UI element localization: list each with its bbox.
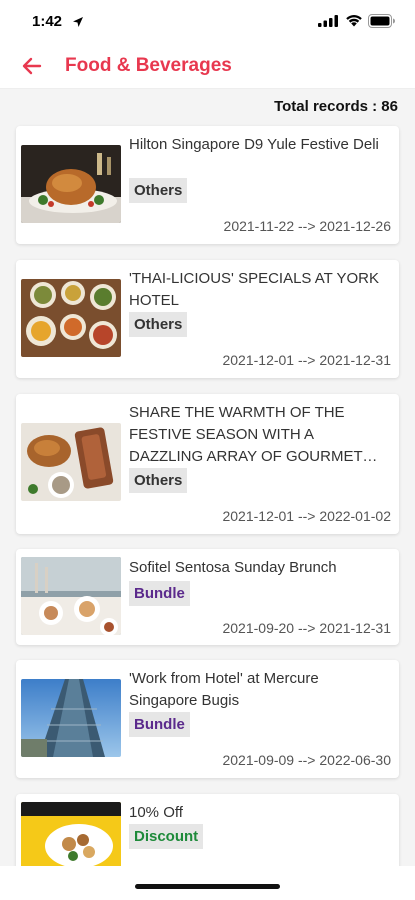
list-item[interactable]: 'THAI-LICIOUS' SPECIALS AT YORK HOTEL Ot… — [16, 260, 399, 378]
home-indicator[interactable] — [135, 884, 280, 889]
item-thumbnail — [21, 679, 121, 757]
item-title: 'Work from Hotel' at Mercure Singapore B… — [129, 670, 319, 709]
item-thumbnail — [21, 423, 121, 501]
item-title: Sofitel Sentosa Sunday Brunch — [129, 559, 337, 576]
item-date-range: 2021-12-01 --> 2021-12-31 — [222, 352, 391, 368]
category-tag: Bundle — [129, 581, 190, 606]
item-date-range: 2021-11-22 --> 2021-12-26 — [223, 218, 391, 234]
status-time: 1:42 — [32, 13, 63, 30]
status-bar: 1:42 — [0, 0, 415, 44]
item-title: SHARE THE WARMTH OF THE FESTIVE SEASON W… — [129, 404, 363, 465]
item-date-range: 2021-12-01 --> 2022-01-02 — [222, 508, 391, 524]
category-tag: Others — [129, 312, 188, 337]
back-arrow-icon[interactable] — [20, 54, 44, 78]
wifi-icon — [346, 15, 362, 27]
list-item[interactable]: Hilton Singapore D9 Yule Festive Deli Ot… — [16, 126, 399, 244]
list-item[interactable]: Sofitel Sentosa Sunday Brunch Bundle 202… — [16, 549, 399, 645]
item-date-range: 2021-09-20 --> 2021-12-31 — [222, 620, 391, 636]
app-header: Food & Beverages — [0, 44, 415, 89]
battery-icon — [368, 14, 395, 28]
item-title: 10% Off — [129, 804, 183, 821]
item-title: Hilton Singapore D9 Yule Festive Deli — [129, 136, 379, 153]
total-records-count: Total records : 86 — [274, 98, 398, 115]
cellular-signal-icon — [318, 15, 338, 27]
category-tag: Others — [129, 468, 188, 493]
list-item[interactable]: SHARE THE WARMTH OF THE FESTIVE SEASON W… — [16, 394, 399, 534]
category-tag: Others — [129, 178, 188, 203]
item-thumbnail — [21, 557, 121, 635]
item-date-range: 2021-09-09 --> 2022-06-30 — [222, 752, 391, 768]
item-title: 'THAI-LICIOUS' SPECIALS AT YORK HOTEL — [129, 270, 379, 309]
bottom-safe-area — [0, 866, 415, 900]
list-item[interactable]: 'Work from Hotel' at Mercure Singapore B… — [16, 660, 399, 778]
item-thumbnail — [21, 145, 121, 223]
item-thumbnail — [21, 279, 121, 357]
page-title: Food & Beverages — [65, 55, 232, 76]
category-tag: Discount — [129, 824, 204, 849]
category-tag: Bundle — [129, 712, 190, 737]
location-arrow-icon — [73, 17, 83, 27]
